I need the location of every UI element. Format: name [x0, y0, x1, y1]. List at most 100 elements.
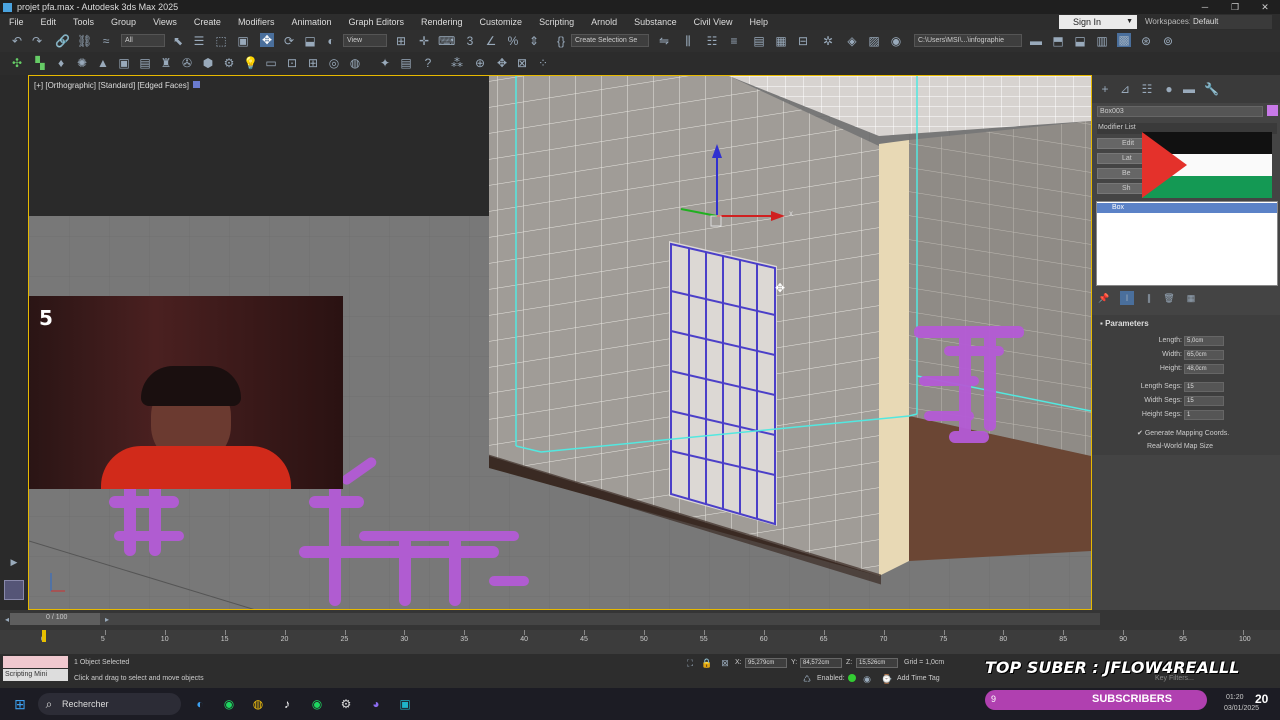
node-icon-3[interactable]: ✥ [495, 56, 509, 70]
height-segs-field[interactable]: 1 [1184, 410, 1224, 420]
bind-spacewarp-icon[interactable]: ≈ [99, 34, 113, 48]
display-tab-icon[interactable]: ▬ [1182, 82, 1196, 96]
menu-civil-view[interactable]: Civil View [685, 17, 741, 27]
menu-scripting[interactable]: Scripting [530, 17, 582, 27]
grid-cross-icon[interactable]: ⊞ [306, 56, 320, 70]
x-coord-field[interactable]: 95,279cm [745, 658, 787, 668]
project-folder-icon[interactable]: ▬ [1029, 34, 1043, 48]
selection-filter-dropdown[interactable]: All [121, 34, 165, 47]
motion-tab-icon[interactable]: ● [1162, 82, 1176, 96]
width-segs-field[interactable]: 15 [1184, 396, 1224, 406]
doc-icon[interactable]: ▤ [399, 56, 413, 70]
minimize-button[interactable]: ─ [1190, 0, 1220, 14]
grid-tool-icon[interactable]: ▚ [33, 56, 47, 70]
edit-named-sel-icon[interactable]: {} [554, 34, 568, 48]
curve-editor-icon[interactable]: ▦ [774, 34, 788, 48]
project-path-dropdown[interactable]: C:\Users\MSI\...\infographie [914, 34, 1022, 47]
modify-tab-icon[interactable]: ⊿ [1118, 82, 1132, 96]
gear-icon[interactable]: ⚙ [222, 56, 236, 70]
scripting-mini-field[interactable]: Scripting Mini [3, 669, 68, 681]
pivot-icon[interactable]: ⊞ [394, 34, 408, 48]
bulb-icon[interactable]: 💡 [243, 56, 258, 70]
eye-icon[interactable]: ◎ [327, 56, 341, 70]
isolate-icon[interactable]: ⛶ [683, 656, 697, 670]
scene-explorer-icon[interactable]: ☷ [705, 34, 719, 48]
unlink-icon[interactable]: ⛓ [77, 34, 92, 48]
viewport-label[interactable]: [+] [Orthographic] [Standard] [Edged Fac… [34, 81, 200, 90]
y-coord-field[interactable]: 84,572cm [800, 658, 842, 668]
list-tool-icon[interactable]: ▤ [138, 56, 152, 70]
length-field[interactable]: 5,0cm [1184, 336, 1224, 346]
layer-explorer-icon[interactable]: ≡ [727, 34, 741, 48]
rollout-title[interactable]: ▪ Parameters [1100, 319, 1149, 328]
absolute-mode-icon[interactable]: ⊠ [718, 656, 732, 670]
sphere-tool-icon[interactable]: ◍ [348, 56, 362, 70]
menu-group[interactable]: Group [102, 17, 144, 27]
time-tag-icon[interactable]: ⌚ [880, 672, 894, 686]
configure-sets-icon[interactable]: ▦ [1184, 291, 1198, 305]
percent-snap-icon[interactable]: % [506, 34, 520, 48]
lock-icon[interactable]: 🔒 [700, 656, 714, 670]
maximize-button[interactable]: ❐ [1220, 0, 1250, 14]
window-crossing-icon[interactable]: ▣ [236, 34, 250, 48]
tree-icon[interactable]: ▲ [96, 56, 110, 70]
frame-tool-icon[interactable]: ▭ [264, 56, 278, 70]
discord-icon[interactable]: ◕ [369, 697, 383, 711]
edge-icon[interactable]: ◐ [193, 697, 207, 711]
menu-customize[interactable]: Customize [471, 17, 531, 27]
add-time-tag[interactable]: Add Time Tag [897, 675, 940, 682]
pin-stack-icon[interactable]: 📌 [1097, 291, 1111, 305]
arnold-render-icon[interactable]: ⊚ [1161, 34, 1175, 48]
prev-frame-icon[interactable]: ◂ [0, 613, 14, 627]
help-icon[interactable]: ? [421, 56, 435, 70]
box-tool-icon[interactable]: ▣ [117, 56, 131, 70]
enabled-indicator-icon[interactable] [848, 674, 856, 682]
rect-selection-icon[interactable]: ⬚ [214, 34, 228, 48]
path-tool-icon[interactable]: ♜ [159, 56, 173, 70]
viewport-layout-icon[interactable] [4, 580, 24, 600]
wand-icon[interactable]: ✦ [378, 56, 392, 70]
stack-button-edit[interactable]: Edit [1097, 138, 1147, 149]
node-icon-5[interactable]: ⁘ [536, 56, 550, 70]
scene-icon-1[interactable]: ⬒ [1051, 34, 1065, 48]
move-icon[interactable]: ✥ [260, 33, 274, 47]
select-by-name-icon[interactable]: ☰ [192, 34, 206, 48]
tiktok-icon[interactable]: ♪ [280, 697, 294, 711]
taskbar-search[interactable]: ⌕ Rechercher [38, 693, 181, 715]
play-icon[interactable]: ▶ [7, 555, 21, 569]
node-icon-4[interactable]: ⊠ [515, 56, 529, 70]
rotate-icon[interactable]: ⟳ [282, 34, 296, 48]
width-field[interactable]: 65,0cm [1184, 350, 1224, 360]
light-icon[interactable]: ♦ [54, 56, 68, 70]
snaps-toggle-icon[interactable]: 3 [463, 34, 477, 48]
stack-button-sh[interactable]: Sh [1097, 183, 1147, 194]
menu-animation[interactable]: Animation [282, 17, 339, 27]
object-name-field[interactable]: Box003 [1097, 106, 1263, 117]
scene-icon-4[interactable]: ▩ [1117, 33, 1131, 47]
undo-icon[interactable]: ↶ [10, 34, 24, 48]
windows-start-icon[interactable]: ⊞ [13, 697, 27, 711]
viewport-perspective[interactable]: x [+] [Orthographic] [Standard] [Edged F… [28, 75, 1092, 610]
stack-item-box[interactable]: Box [1097, 203, 1277, 213]
toggle-ribbon-icon[interactable]: ▤ [752, 34, 766, 48]
gen-mapping-checkbox[interactable]: ✔ Generate Mapping Coords. [1137, 429, 1229, 437]
time-slider[interactable]: 0 / 100 ◂ ▸ [0, 610, 1280, 630]
angle-snap-icon[interactable]: ∠ [484, 34, 498, 48]
track-bar[interactable]: 0510152025303540455055606570758085909510… [0, 630, 1280, 654]
modifier-stack-list[interactable]: Box [1096, 201, 1278, 286]
node-icon-2[interactable]: ⊕ [473, 56, 487, 70]
ref-coord-dropdown[interactable]: View [343, 34, 387, 47]
redo-icon[interactable]: ↷ [30, 34, 44, 48]
schematic-view-icon[interactable]: ⊟ [796, 34, 810, 48]
render-setup-icon[interactable]: ◈ [845, 34, 859, 48]
node-icon-1[interactable]: ⁂ [450, 56, 464, 70]
arnold-icon[interactable]: ⊛ [1139, 34, 1153, 48]
close-button[interactable]: ✕ [1250, 0, 1280, 14]
time-config-icon[interactable]: ◉ [860, 672, 874, 686]
scene-icon-3[interactable]: ▥ [1095, 34, 1109, 48]
scale-icon[interactable]: ⬓ [303, 34, 317, 48]
align-icon[interactable]: ⫼ [681, 34, 695, 48]
chrome-icon[interactable]: ◍ [251, 697, 265, 711]
link-icon[interactable]: 🔗 [55, 34, 70, 48]
menu-file[interactable]: File [0, 17, 32, 27]
